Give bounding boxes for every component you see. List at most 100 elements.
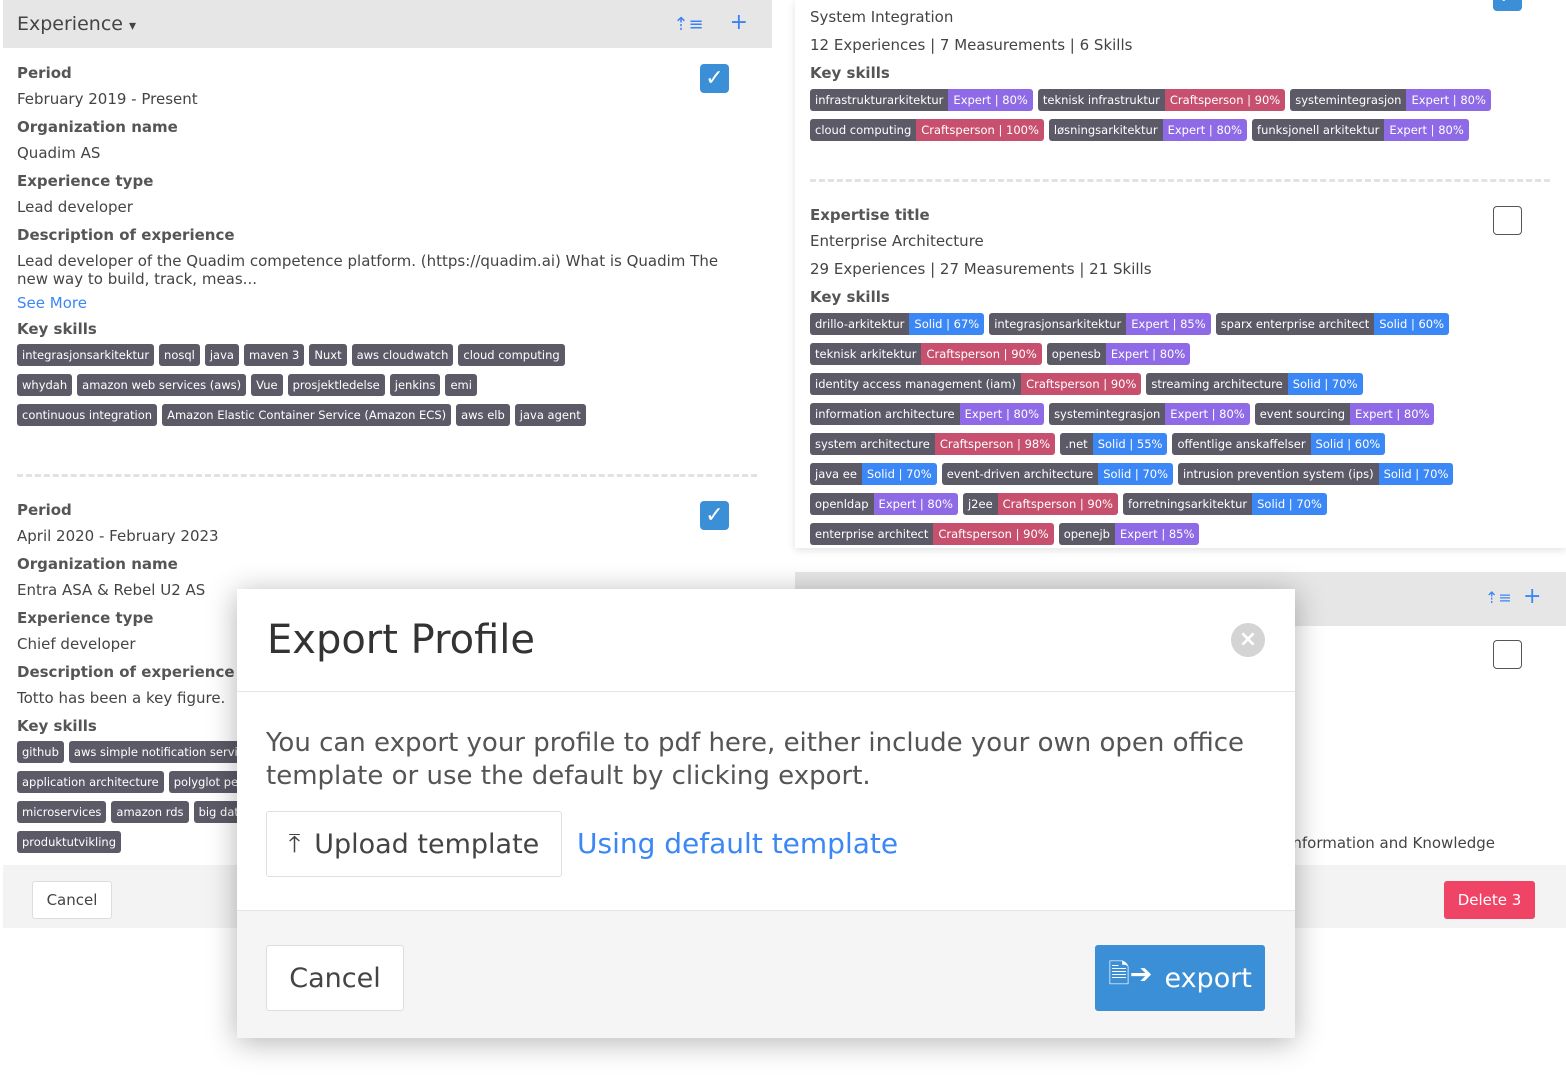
skill-tag: .net Solid | 55% [1060,433,1168,455]
modal-title: Export Profile [267,617,536,663]
skill-name: github [17,741,64,763]
skill-tag: event sourcing Expert | 80% [1254,403,1435,425]
skill-tag: sparx enterprise architect Solid | 60% [1215,313,1450,335]
skill-name: aws simple notification service [68,741,257,763]
file-export-icon: 🗎➔ [1108,959,1153,990]
skill-tag: information architecture Expert | 80% [810,403,1045,425]
skill-level: Craftsperson | 90% [1164,89,1286,111]
experience-header: Experience ▾ ⇡≡ + [3,0,772,48]
skill-name: continuous integration [17,404,158,426]
sort-icon[interactable]: ⇡≡ [1485,588,1512,607]
skill-name: streaming architecture [1146,373,1288,395]
chevron-down-icon: ▾ [129,18,137,34]
skill-tag: systemintegrasjon Expert | 80% [1290,89,1491,111]
modal-body-text: You can export your profile to pdf here,… [266,728,1244,791]
skill-name: information architecture [810,403,960,425]
delete-button[interactable]: Delete 3 [1444,881,1535,919]
skill-name: offentlige anskaffelser [1172,433,1311,455]
type-value: Lead developer [17,198,133,216]
upload-icon: ⤒ [288,828,301,859]
skill-tag: nosql [159,344,200,366]
skill-name: identity access management (iam) [810,373,1022,395]
skill-name: event-driven architecture [941,463,1099,485]
select-checkbox[interactable]: ✓ [1493,0,1522,11]
skill-tag: whydah [17,374,73,396]
skill-tag: streaming architecture Solid | 70% [1146,373,1363,395]
skill-tag: integrasjonsarkitektur [17,344,155,366]
sort-icon[interactable]: ⇡≡ [673,14,703,35]
close-icon[interactable]: × [1231,623,1265,657]
select-checkbox[interactable] [1493,640,1522,669]
select-checkbox[interactable]: ✓ [700,501,729,530]
skill-tag: infrastrukturarkitektur Expert | 80% [810,89,1033,111]
skill-name: aws elb [456,404,510,426]
skill-tag: java [204,344,239,366]
skill-name: prosjektledelse [287,374,385,396]
skill-level: Expert | 80% [948,89,1033,111]
skill-level: Expert | 80% [1162,119,1248,141]
type-label: Experience type [17,172,154,190]
org-value: Quadim AS [17,144,101,162]
skill-tag: aws elb [456,404,510,426]
export-profile-modal: Export Profile × You can export your pro… [237,589,1295,1038]
skill-tag: systemintegrasjon Expert | 80% [1049,403,1250,425]
skill-level: Expert | 80% [1406,89,1491,111]
skill-name: integrasjonsarkitektur [989,313,1127,335]
skill-level: Craftsperson | 90% [921,343,1042,365]
skill-name: maven 3 [243,344,305,366]
divider [17,474,757,477]
skill-name: whydah [17,374,73,396]
default-template-text: Using default template [577,827,899,860]
skill-tag: continuous integration [17,404,158,426]
expertise-item: System Integration 12 Experiences | 7 Me… [810,8,1510,141]
skill-level: Craftsperson | 90% [1021,373,1142,395]
export-button[interactable]: 🗎➔ export [1095,945,1265,1011]
skill-level: Solid | 55% [1092,433,1168,455]
skill-tag: openesb Expert | 80% [1046,343,1191,365]
skill-level: Craftsperson | 90% [997,493,1118,515]
select-checkbox[interactable]: ✓ [700,64,729,93]
skill-level: Expert | 80% [873,493,958,515]
select-checkbox[interactable] [1493,206,1522,235]
skill-name: teknisk infrastruktur [1037,89,1165,111]
upload-template-button[interactable]: ⤒ Upload template [266,811,562,877]
modal-header: Export Profile × [237,589,1295,692]
skill-name: produktutvikling [17,831,122,853]
modal-cancel-button[interactable]: Cancel [266,945,404,1011]
skill-name: drillo-arkitektur [810,313,910,335]
expertise-title: Enterprise Architecture [810,232,984,250]
skill-name: forretningsarkitektur [1122,493,1253,515]
skill-tag: amazon rds [111,801,189,823]
skill-name: systemintegrasjon [1049,403,1166,425]
skill-tag: enterprise architect Craftsperson | 90% [810,523,1054,545]
skill-level: Expert | 85% [1126,313,1211,335]
skill-level: Solid | 70% [861,463,937,485]
modal-footer: Cancel 🗎➔ export [237,910,1295,1038]
experience-title: Experience [17,13,123,35]
skill-tag: løsningsarkitektur Expert | 80% [1048,119,1248,141]
period-label: Period [17,64,72,82]
skill-tag: prosjektledelse [287,374,385,396]
plus-icon[interactable]: + [730,11,748,35]
experience-title-dropdown[interactable]: Experience ▾ [17,13,136,35]
skill-name: integrasjonsarkitektur [17,344,155,366]
expertise-panel: System Integration 12 Experiences | 7 Me… [795,0,1566,548]
plus-icon[interactable]: + [1523,584,1541,609]
skill-level: Solid | 67% [909,313,985,335]
skill-name: intrusion prevention system (ips) [1178,463,1379,485]
skill-level: Expert | 80% [1350,403,1435,425]
skill-name: systemintegrasjon [1290,89,1407,111]
desc-label: Description of experience [17,226,235,244]
skill-tag: openldap Expert | 80% [810,493,958,515]
skill-tags: infrastrukturarkitektur Expert | 80% tekni… [810,89,1510,141]
skill-name: løsningsarkitektur [1048,119,1163,141]
skill-tag: j2ee Craftsperson | 90% [962,493,1118,515]
skill-tag: intrusion prevention system (ips) Solid |… [1178,463,1454,485]
skill-tag: amazon web services (aws) [77,374,247,396]
see-more-link[interactable]: See More [17,294,737,312]
skill-tag: system architecture Craftsperson | 98% [810,433,1056,455]
expertise-stats: 29 Experiences | 27 Measurements | 21 Sk… [810,260,1152,278]
skill-name: enterprise architect [810,523,934,545]
skill-tag: jenkins [389,374,441,396]
cancel-button[interactable]: Cancel [32,881,112,919]
